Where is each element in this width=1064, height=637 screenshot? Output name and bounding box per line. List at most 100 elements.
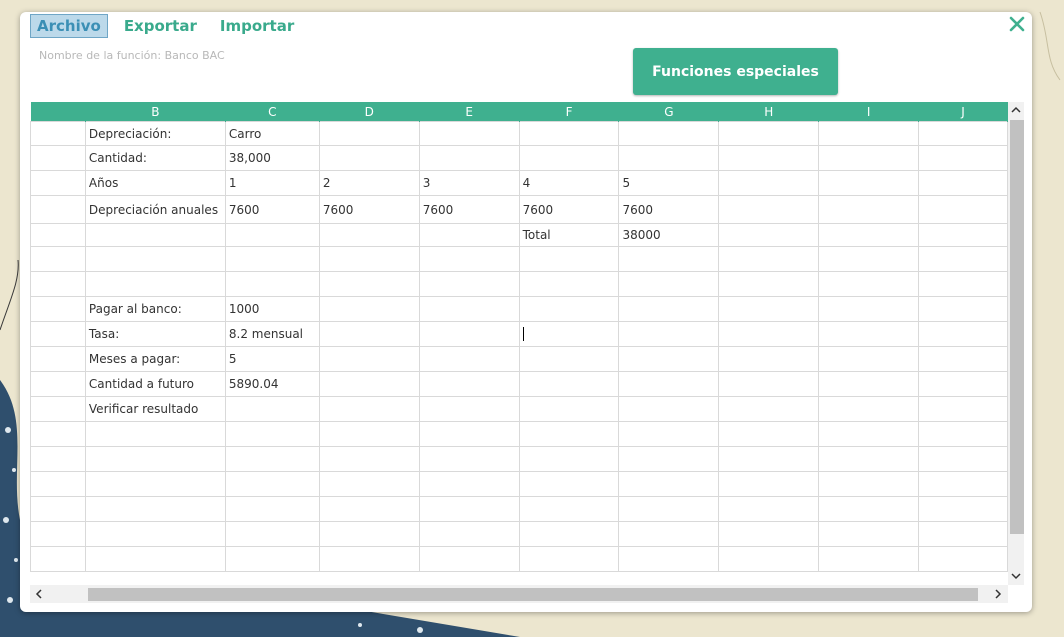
cell[interactable]: Total	[518, 223, 620, 247]
cell[interactable]	[918, 321, 1008, 347]
cell[interactable]: 5	[224, 346, 320, 372]
cell[interactable]	[318, 371, 420, 397]
cell[interactable]	[318, 223, 420, 247]
cell[interactable]: 7600	[224, 195, 320, 224]
cell[interactable]	[224, 223, 320, 247]
cell[interactable]	[30, 296, 86, 322]
cell[interactable]	[818, 170, 920, 196]
cell[interactable]	[418, 121, 520, 146]
cell[interactable]	[818, 296, 920, 322]
cell[interactable]: 5	[618, 170, 720, 196]
column-header[interactable]: H	[718, 102, 820, 122]
column-header[interactable]: I	[818, 102, 920, 122]
cell[interactable]	[618, 346, 720, 372]
cell[interactable]	[618, 246, 720, 272]
cell[interactable]	[818, 271, 920, 297]
cell[interactable]: 8.2 mensual	[224, 321, 320, 347]
cell[interactable]	[718, 396, 820, 422]
cell[interactable]: 2	[318, 170, 420, 196]
cell[interactable]	[418, 321, 520, 347]
cell[interactable]: 38000	[618, 223, 720, 247]
vertical-scroll-thumb[interactable]	[1010, 120, 1024, 534]
cell[interactable]	[818, 223, 920, 247]
cell[interactable]	[618, 371, 720, 397]
cell[interactable]	[84, 471, 226, 497]
cell[interactable]	[518, 521, 620, 547]
cell[interactable]	[30, 223, 86, 247]
cell[interactable]	[518, 246, 620, 272]
vertical-scrollbar[interactable]	[1008, 102, 1024, 585]
cell[interactable]	[224, 521, 320, 547]
cell[interactable]	[818, 521, 920, 547]
cell[interactable]: 7600	[318, 195, 420, 224]
cell[interactable]	[818, 346, 920, 372]
cell[interactable]	[518, 446, 620, 472]
cell[interactable]	[84, 496, 226, 522]
cell[interactable]	[618, 421, 720, 447]
cell[interactable]	[618, 296, 720, 322]
cell[interactable]	[30, 170, 86, 196]
cell[interactable]	[618, 271, 720, 297]
horizontal-scrollbar[interactable]	[30, 585, 1008, 603]
cell[interactable]: Cantidad:	[84, 145, 226, 171]
cell[interactable]	[718, 371, 820, 397]
cell[interactable]: 38,000	[224, 145, 320, 171]
cell[interactable]	[918, 521, 1008, 547]
cell[interactable]	[818, 446, 920, 472]
column-header[interactable]: C	[225, 102, 320, 122]
column-header[interactable]: D	[319, 102, 420, 122]
cell[interactable]	[224, 446, 320, 472]
cell[interactable]	[30, 145, 86, 171]
chevron-right-icon[interactable]	[994, 589, 1002, 599]
cell[interactable]	[418, 546, 520, 572]
column-header[interactable]: B	[85, 102, 226, 122]
cell[interactable]	[718, 446, 820, 472]
cell[interactable]	[718, 421, 820, 447]
cell[interactable]: Años	[84, 170, 226, 196]
cell[interactable]	[318, 521, 420, 547]
cell[interactable]	[318, 321, 420, 347]
cell[interactable]	[84, 246, 226, 272]
cell[interactable]: Verificar resultado	[84, 396, 226, 422]
cell[interactable]	[318, 546, 420, 572]
cell[interactable]	[918, 546, 1008, 572]
cell[interactable]	[30, 121, 86, 146]
cell[interactable]: 1000	[224, 296, 320, 322]
cell[interactable]	[818, 195, 920, 224]
cell[interactable]	[418, 246, 520, 272]
cell[interactable]	[418, 471, 520, 497]
cell[interactable]: 7600	[518, 195, 620, 224]
cell[interactable]	[318, 121, 420, 146]
cell[interactable]	[30, 421, 86, 447]
cell[interactable]	[718, 271, 820, 297]
cell[interactable]	[818, 396, 920, 422]
cell[interactable]: Pagar al banco:	[84, 296, 226, 322]
cell[interactable]	[418, 145, 520, 171]
cell[interactable]	[418, 346, 520, 372]
cell[interactable]	[718, 346, 820, 372]
cell[interactable]	[518, 296, 620, 322]
cell[interactable]	[818, 546, 920, 572]
chevron-down-icon[interactable]	[1011, 572, 1021, 580]
cell[interactable]	[418, 371, 520, 397]
cell[interactable]	[518, 546, 620, 572]
cell[interactable]	[718, 170, 820, 196]
cell[interactable]	[30, 446, 86, 472]
cell[interactable]	[224, 546, 320, 572]
cell[interactable]	[918, 195, 1008, 224]
cell[interactable]	[818, 145, 920, 171]
cell[interactable]	[718, 145, 820, 171]
cell[interactable]	[518, 145, 620, 171]
cell[interactable]	[30, 521, 86, 547]
horizontal-scroll-thumb[interactable]	[88, 588, 978, 601]
chevron-left-icon[interactable]	[35, 589, 43, 599]
cell[interactable]	[84, 223, 226, 247]
cell[interactable]	[318, 446, 420, 472]
cell[interactable]	[30, 195, 86, 224]
cell[interactable]: Depreciación:	[84, 121, 226, 146]
cell[interactable]	[918, 170, 1008, 196]
cell[interactable]	[418, 271, 520, 297]
cell[interactable]: 3	[418, 170, 520, 196]
cell[interactable]	[918, 446, 1008, 472]
menu-exportar[interactable]: Exportar	[117, 14, 204, 38]
